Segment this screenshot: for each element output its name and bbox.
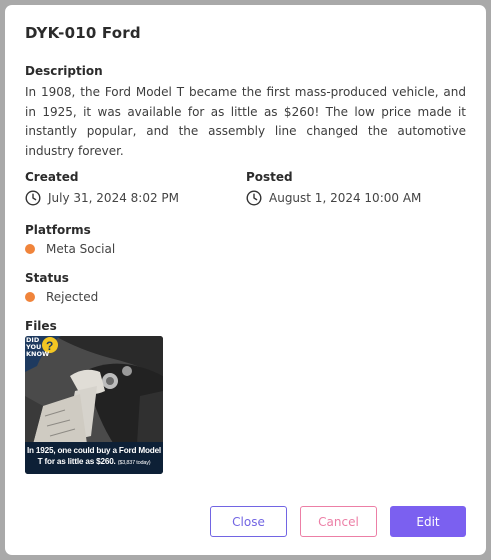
modal-title: DYK-010 Ford [25,24,141,42]
cancel-button[interactable]: Cancel [300,506,377,537]
post-detail-modal: DYK-010 Ford Description In 1908, the Fo… [5,5,486,555]
status-dot-icon [25,292,35,302]
description-label: Description [25,64,103,78]
description-text: In 1908, the Ford Model T became the fir… [25,85,466,158]
clock-icon [25,190,41,206]
created-row: July 31, 2024 8:02 PM [25,190,179,206]
edit-button[interactable]: Edit [390,506,466,537]
platform-item: Meta Social [25,242,115,256]
created-label: Created [25,170,79,184]
platforms-label: Platforms [25,223,91,237]
file-caption: In 1925, one could buy a Ford Model T fo… [25,442,163,474]
close-button[interactable]: Close [210,506,287,537]
file-thumbnail[interactable]: ? DID YOU KNOW In 1925, one could buy a … [25,336,163,474]
platform-dot-icon [25,244,35,254]
file-caption-note: ($3,837 today) [117,460,151,466]
platform-name: Meta Social [46,242,116,256]
posted-row: August 1, 2024 10:00 AM [246,190,421,206]
did-you-know-badge: DID YOU KNOW [26,336,50,358]
status-label: Status [25,271,69,285]
posted-value: August 1, 2024 10:00 AM [269,191,422,205]
status-value: Rejected [46,290,99,304]
posted-label: Posted [246,170,293,184]
clock-icon [246,190,262,206]
files-label: Files [25,319,57,333]
created-value: July 31, 2024 8:02 PM [48,191,179,205]
status-item: Rejected [25,290,98,304]
